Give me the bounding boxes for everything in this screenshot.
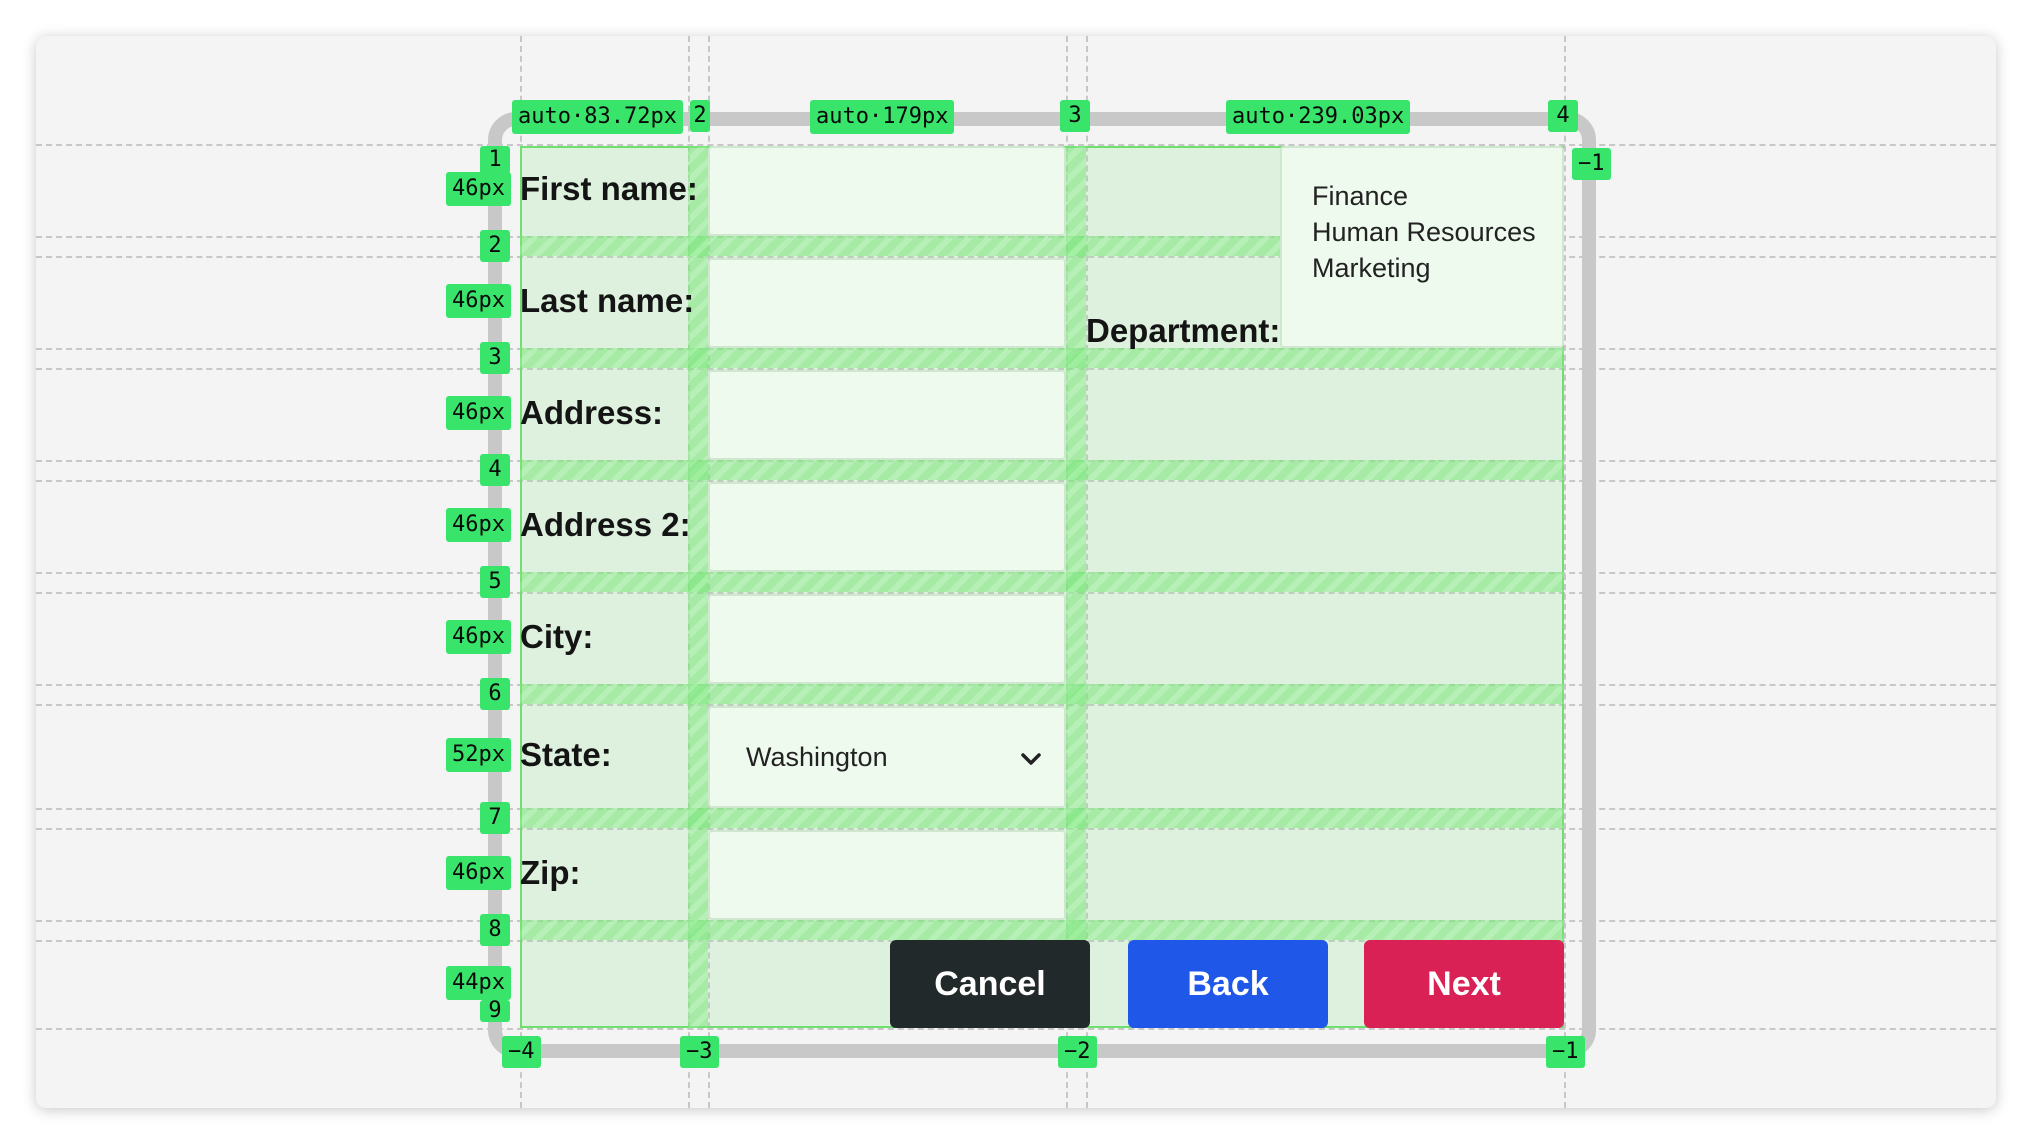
row-gap <box>520 920 1564 940</box>
column-size-badge: auto·239.03px <box>1226 100 1411 134</box>
row-gap <box>520 684 1564 704</box>
row-line-number: 7 <box>480 802 510 834</box>
last-name-input[interactable] <box>708 258 1066 348</box>
column-line-number: 3 <box>1060 100 1090 132</box>
negative-column-line-number: −1 <box>1546 1036 1585 1068</box>
row-line-number: 6 <box>480 678 510 710</box>
column-size-badge: auto·179px <box>810 100 955 134</box>
row-line-number: 9 <box>480 1000 510 1022</box>
negative-row-line-number: −1 <box>1572 148 1611 180</box>
row-line-number: 2 <box>480 230 510 262</box>
column-line-number: 4 <box>1548 100 1578 132</box>
devtools-grid-stage: First name: Last name: Address: Address … <box>0 0 2032 1146</box>
first-name-input[interactable] <box>708 146 1066 236</box>
department-option[interactable]: Marketing <box>1312 250 1562 286</box>
row-size-badge: 46px <box>446 856 511 890</box>
department-listbox[interactable]: Finance Human Resources Marketing <box>1280 146 1564 348</box>
row-size-badge: 46px <box>446 284 511 318</box>
department-label: Department: <box>1086 312 1281 349</box>
negative-column-line-number: −2 <box>1058 1036 1097 1068</box>
state-select-value: Washington <box>746 741 888 772</box>
zip-input[interactable] <box>708 830 1066 920</box>
city-label: City: <box>520 618 594 655</box>
row-size-badge: 46px <box>446 172 511 206</box>
last-name-label: Last name: <box>520 282 695 319</box>
negative-column-line-number: −3 <box>680 1036 719 1068</box>
cancel-button[interactable]: Cancel <box>890 940 1090 1028</box>
row-line-number: 1 <box>480 146 510 174</box>
next-button[interactable]: Next <box>1364 940 1564 1028</box>
department-option[interactable]: Finance <box>1312 178 1562 214</box>
row-size-badge: 46px <box>446 508 511 542</box>
back-button[interactable]: Back <box>1128 940 1328 1028</box>
row-gap <box>520 572 1564 592</box>
state-label: State: <box>520 736 612 773</box>
column-line-number: 2 <box>690 100 710 132</box>
city-input[interactable] <box>708 594 1066 684</box>
row-gap <box>520 348 1564 368</box>
column-size-badge: auto·83.72px <box>512 100 683 134</box>
row-size-badge: 46px <box>446 620 511 654</box>
row-size-badge: 52px <box>446 738 511 772</box>
chevron-down-icon <box>1021 753 1041 765</box>
address-label: Address: <box>520 394 664 431</box>
first-name-label: First name: <box>520 170 698 207</box>
state-select[interactable]: Washington <box>708 706 1066 808</box>
row-line-number: 4 <box>480 454 510 486</box>
row-line-number: 3 <box>480 342 510 374</box>
row-size-badge: 44px <box>446 966 511 1000</box>
row-line-number: 8 <box>480 914 510 946</box>
row-gap <box>520 460 1564 480</box>
address2-label: Address 2: <box>520 506 691 543</box>
address2-input[interactable] <box>708 482 1066 572</box>
row-gap <box>520 808 1564 828</box>
row-size-badge: 46px <box>446 396 511 430</box>
address-input[interactable] <box>708 370 1066 460</box>
department-option[interactable]: Human Resources <box>1312 214 1562 250</box>
row-line-number: 5 <box>480 566 510 598</box>
negative-column-line-number: −4 <box>502 1036 541 1068</box>
zip-label: Zip: <box>520 854 581 891</box>
